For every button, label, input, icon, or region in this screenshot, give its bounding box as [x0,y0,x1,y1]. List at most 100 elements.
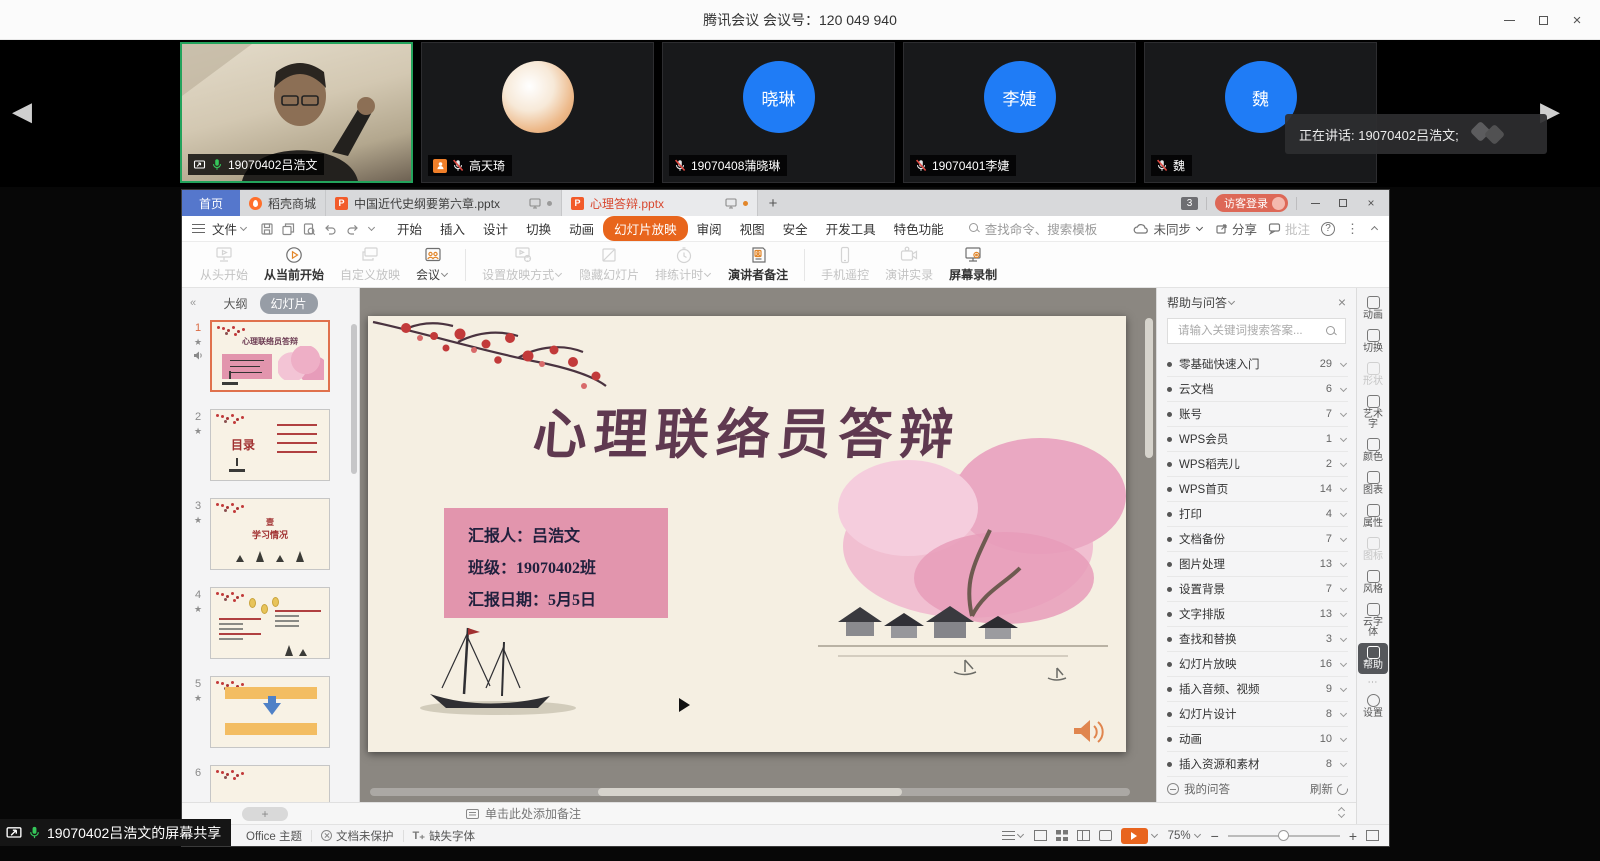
missing-fonts-status[interactable]: T₊ 缺失字体 [413,828,476,844]
minimize-button[interactable] [1492,7,1526,33]
ribbon-rehearse-timing[interactable]: 排练计时 [647,243,720,287]
help-topic-row[interactable]: 账号 7 [1167,402,1348,427]
panel-scrollbar[interactable] [351,324,357,474]
slide-thumb-4[interactable]: 4 ★ [186,587,349,659]
help-topic-row[interactable]: 幻灯片设计 8 [1167,702,1348,727]
help-search-input[interactable] [1176,324,1326,338]
help-topic-row[interactable]: 插入音频、视频 9 [1167,677,1348,702]
help-topic-row[interactable]: 文字排版 13 [1167,602,1348,627]
help-topic-row[interactable]: WPS首页 14 [1167,477,1348,502]
help-topic-row[interactable]: 设置背景 7 [1167,577,1348,602]
zoom-value[interactable]: 75% [1168,830,1191,842]
participant-tile[interactable]: 李婕 19070401李婕 [903,42,1136,183]
participant-tile[interactable]: 高天琦 [421,42,654,183]
ribbon-meeting[interactable]: 会议 [408,243,457,287]
tab-slides[interactable]: 幻灯片 [260,293,318,314]
tab-document-2[interactable]: P 心理答辩.pptx [562,190,758,216]
save-icon[interactable] [260,222,274,236]
ribbon-custom-show[interactable]: 自定义放映 [332,243,408,287]
rail-item[interactable]: 属性 [1358,501,1388,532]
rail-item[interactable]: 云字体 [1358,600,1388,641]
slide-thumb-2[interactable]: 2 ★ 目录 [186,409,349,481]
add-slide-button[interactable]: + [242,807,288,821]
slide-hscrollbar[interactable] [370,788,1130,796]
output-icon[interactable] [281,222,295,236]
my-qa-label[interactable]: 我的问答 [1184,781,1230,797]
file-menu[interactable]: 文件 [212,219,237,238]
rail-item-settings[interactable]: 设置 [1358,691,1388,722]
menu-item[interactable]: 开始 [388,216,431,241]
menu-item[interactable]: 切换 [517,216,560,241]
reading-view-icon[interactable] [1077,830,1090,841]
comment-button[interactable]: 批注 [1268,219,1310,238]
close-button[interactable]: × [1560,7,1594,33]
slideshow-play-button[interactable] [1121,828,1148,844]
menu-item[interactable]: 视图 [731,216,774,241]
rail-item[interactable]: 艺术字 [1358,392,1388,433]
menu-item[interactable]: 特色功能 [885,216,953,241]
help-close-icon[interactable]: × [1338,294,1346,310]
slide-thumb-3[interactable]: 3 ★ 壹 学习情况 [186,498,349,570]
ribbon-setup-show[interactable]: 设置放映方式 [474,243,571,287]
menu-item[interactable]: 动画 [560,216,603,241]
undo-icon[interactable] [323,222,338,236]
menu-item[interactable]: 开发工具 [817,216,885,241]
present-mode-icon[interactable] [529,198,541,209]
ribbon-phone-remote[interactable]: 手机遥控 [813,243,877,287]
tab-outline[interactable]: 大纲 [223,295,247,312]
projector-view-icon[interactable] [1099,830,1112,841]
zoom-slider[interactable] [1228,830,1340,842]
new-tab-button[interactable]: + [758,190,788,216]
notes-bar[interactable]: + 单击此处添加备注 [182,802,1356,824]
rail-item[interactable]: 切换 [1358,326,1388,357]
ribbon-play-from-current[interactable]: 从当前开始 [256,243,332,287]
notes-placeholder[interactable]: 单击此处添加备注 [485,805,581,822]
help-topic-row[interactable]: 打印 4 [1167,502,1348,527]
menu-item[interactable]: 幻灯片放映 [603,216,688,241]
collapse-panel-icon[interactable]: « [190,297,194,309]
ribbon-speaker-notes[interactable]: 演讲者备注 [720,243,796,287]
command-search[interactable]: 查找命令、搜索模板 [969,219,1098,238]
more-menu-icon[interactable]: ⋮ [1346,221,1359,237]
office-theme-label[interactable]: Office 主题 [246,828,302,844]
help-topic-row[interactable]: WPS会员 1 [1167,427,1348,452]
slide-thumb-6[interactable]: 6 [186,765,349,802]
rail-item[interactable]: 颜色 [1358,435,1388,466]
rail-item[interactable]: 动画 [1358,293,1388,324]
tab-count-badge[interactable]: 3 [1181,197,1198,210]
menu-item[interactable]: 插入 [431,216,474,241]
tab-home[interactable]: 首页 [182,190,240,216]
tab-document-1[interactable]: P 中国近代史纲要第六章.pptx [326,190,562,216]
zoom-caret-icon[interactable] [1194,831,1201,838]
rail-item[interactable]: 图表 [1358,468,1388,499]
help-topic-row[interactable]: WPS稻壳儿 2 [1167,452,1348,477]
help-icon[interactable]: ? [1321,222,1335,236]
view-caret-icon[interactable] [1017,831,1024,838]
ribbon-play-from-start[interactable]: 从头开始 [192,243,256,287]
wps-close-button[interactable]: × [1361,196,1381,210]
collapse-ribbon-icon[interactable] [1371,226,1378,233]
sync-status[interactable]: 未同步 [1133,219,1204,238]
rail-item[interactable]: 形状 [1358,359,1388,390]
rail-more-icon[interactable]: ⋯ [1368,677,1379,688]
play-caret-icon[interactable] [1151,831,1158,838]
slide-vscrollbar[interactable] [1145,318,1153,648]
notes-view-icon[interactable] [1002,831,1015,841]
ribbon-hide-slide[interactable]: 隐藏幻灯片 [571,243,647,287]
rail-item[interactable]: 帮助 [1358,643,1388,674]
help-title-caret-icon[interactable] [1228,297,1235,304]
guest-login-button[interactable]: 访客登录 [1215,194,1288,212]
participant-tile[interactable]: 魏 魏 [1144,42,1377,183]
present-mode-icon[interactable] [725,198,737,209]
participant-tile-speaker[interactable]: 19070402吕浩文 [180,42,413,183]
help-topic-row[interactable]: 文档备份 7 [1167,527,1348,552]
slide-canvas[interactable]: 心理联络员答辩 汇报人：吕浩文 班级：19070402班 汇报日期：5月5日 [368,316,1126,752]
rail-item[interactable]: 风格 [1358,567,1388,598]
tab-store[interactable]: 稻壳商城 [240,190,326,216]
share-button[interactable]: 分享 [1215,219,1257,238]
maximize-button[interactable] [1526,7,1560,33]
slide-sorter-icon[interactable] [1056,830,1068,841]
help-topic-row[interactable]: 零基础快速入门 29 [1167,352,1348,377]
help-search-box[interactable] [1167,318,1346,344]
ribbon-screen-record[interactable]: 屏幕录制 [941,243,1005,287]
